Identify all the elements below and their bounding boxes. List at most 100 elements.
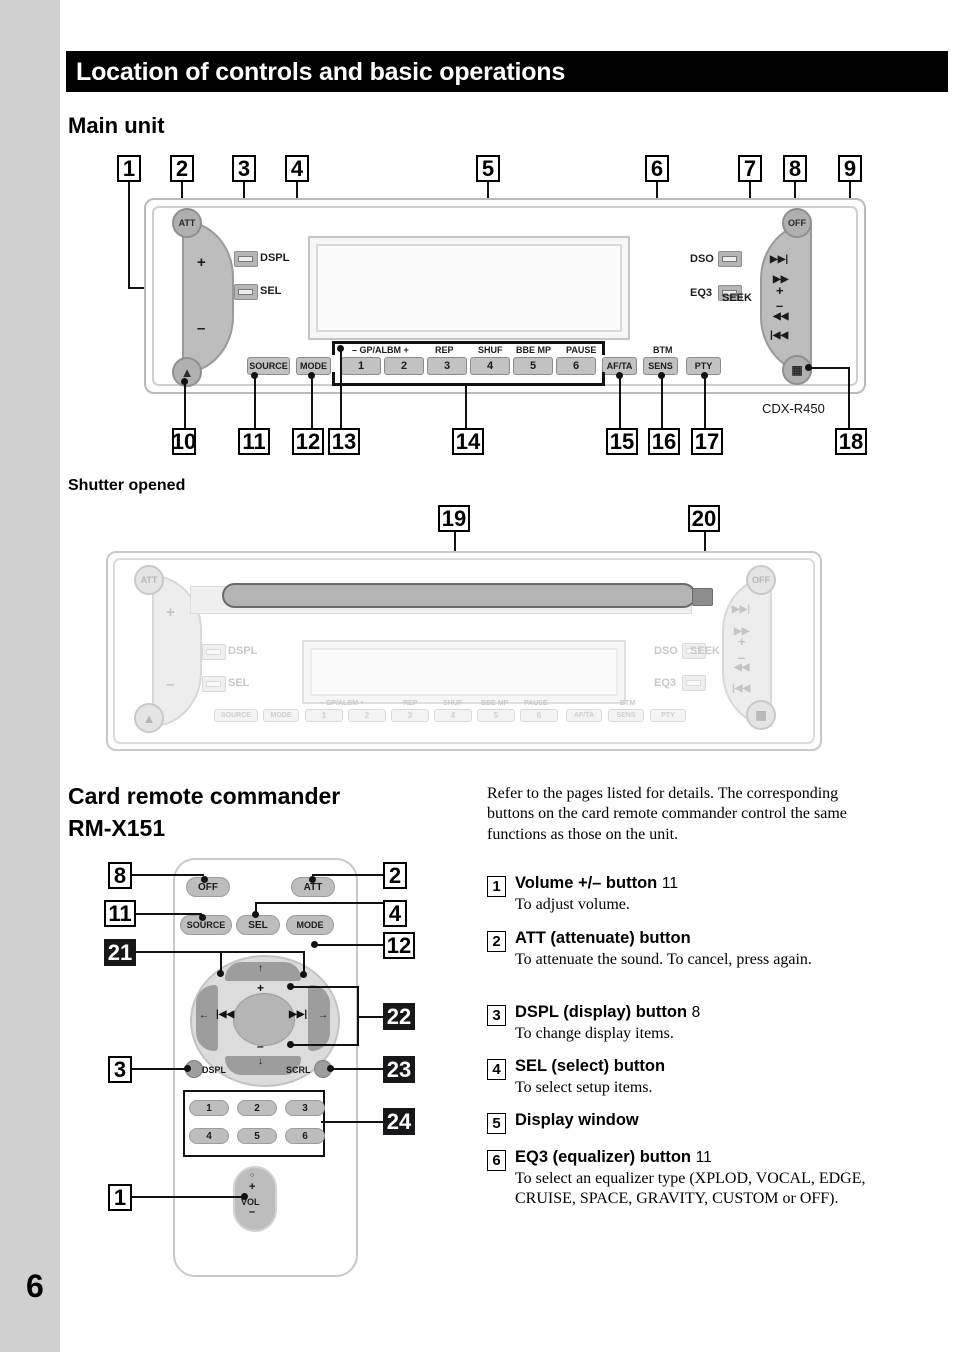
legend-title-text-5: Display window	[515, 1111, 639, 1129]
legend-title-6: EQ3 (equalizer) button 11	[515, 1148, 869, 1167]
shutter-preset-2[interactable]: 2	[348, 709, 386, 722]
shutter-sel-label: SEL	[228, 677, 250, 689]
callout-1: 1	[117, 155, 141, 182]
callout-16: 16	[648, 428, 680, 455]
shutter-preset-6[interactable]: 6	[520, 709, 558, 722]
callout-5: 5	[476, 155, 500, 182]
remote-preset-4[interactable]: 4	[189, 1128, 229, 1144]
legend-title-text-4: SEL (select) button	[515, 1057, 666, 1075]
callout-7: 7	[738, 155, 762, 182]
remote-pad-up-arrow: ↑	[258, 963, 263, 974]
remote-preset-2[interactable]: 2	[237, 1100, 277, 1116]
dso-button[interactable]	[718, 251, 742, 267]
heading-shutter-opened: Shutter opened	[68, 477, 186, 494]
callout-20: 20	[688, 505, 720, 532]
legend-number-4: 4	[487, 1059, 506, 1080]
legend-page-6: 11	[695, 1149, 712, 1166]
callout-15: 15	[606, 428, 638, 455]
remote-vol-plus-symbol: +	[249, 1181, 256, 1193]
page-number: 6	[26, 1268, 44, 1304]
shutter-source-button[interactable]: SOURCE	[214, 709, 258, 722]
remote-volume-up-symbol: +	[257, 981, 265, 995]
off-button[interactable]: OFF	[782, 208, 812, 238]
leader-18b	[848, 367, 850, 430]
shutter-reset-button[interactable]: ▦	[746, 700, 776, 730]
shutter-preset-1[interactable]: 1	[305, 709, 343, 722]
legend-number-5: 5	[487, 1113, 506, 1134]
remote-preset-6[interactable]: 6	[285, 1128, 325, 1144]
leader-18a	[808, 367, 850, 369]
legend-number-1: 1	[487, 876, 506, 897]
legend-title-3: DSPL (display) button 8	[515, 1003, 869, 1022]
remote-dspl-label: DSPL	[202, 1065, 227, 1075]
legend-number-6: 6	[487, 1150, 506, 1171]
legend-desc-4: To select setup items.	[515, 1079, 653, 1096]
preset-group-bracket-bottom	[332, 372, 605, 386]
remote-preset-5[interactable]: 5	[237, 1128, 277, 1144]
remote-pad-right-arrow: →	[318, 1010, 328, 1021]
fast-rewind-symbol: ◀◀	[773, 311, 789, 322]
shutter-pty-button[interactable]: PTY	[650, 709, 686, 722]
prev-track-symbol: |◀◀	[770, 330, 789, 341]
leader-12	[311, 376, 313, 430]
remote-mode-button[interactable]: MODE	[286, 915, 334, 935]
remote-leader-1	[132, 1196, 244, 1198]
shutter-af-ta-button[interactable]: AF/TA	[566, 709, 602, 722]
remote-leader-8	[132, 874, 204, 876]
remote-leader-21a	[136, 951, 222, 953]
shutter-volume-plus: +	[166, 604, 175, 621]
remote-preset-3[interactable]: 3	[285, 1100, 325, 1116]
shutter-preset-3[interactable]: 3	[391, 709, 429, 722]
remote-volume-down-symbol: –	[257, 1039, 264, 1053]
shutter-bbe-label: BBE MP	[481, 700, 509, 707]
shutter-att-button[interactable]: ATT	[134, 565, 164, 595]
manual-page: 6 Location of controls and basic operati…	[0, 0, 954, 1352]
remote-pad-left-arrow: ←	[199, 1010, 209, 1021]
shutter-display-inner	[310, 648, 618, 696]
leader-dot-16	[658, 372, 665, 379]
shutter-off-button[interactable]: OFF	[746, 565, 776, 595]
remote-leader-23	[330, 1068, 383, 1070]
remote-leader-dot-8	[201, 876, 208, 883]
callout-17: 17	[691, 428, 723, 455]
shutter-sel-button[interactable]	[202, 676, 226, 692]
shutter-open-button[interactable]	[692, 588, 713, 606]
remote-off-button[interactable]: OFF	[186, 877, 230, 897]
shutter-sens-button[interactable]: SENS	[608, 709, 644, 722]
legend-title-2: ATT (attenuate) button	[515, 929, 869, 948]
page-gutter	[0, 0, 60, 1352]
callout-12: 12	[292, 428, 324, 455]
remote-sel-button[interactable]: SEL	[236, 915, 280, 935]
legend-desc-1: To adjust volume.	[515, 896, 630, 913]
remote-leader-dot-4	[252, 911, 259, 918]
leader-14	[465, 383, 467, 430]
legend-page-3: 8	[691, 1004, 701, 1021]
remote-scrl-label: SCRL	[286, 1065, 311, 1075]
eq3-label: EQ3	[690, 287, 713, 299]
legend-title-1: Volume +/– button 11	[515, 874, 869, 893]
shutter-preset-5[interactable]: 5	[477, 709, 515, 722]
shutter-seek-label: SEEK	[690, 645, 720, 657]
shutter-display-window	[302, 640, 626, 704]
att-button[interactable]: ATT	[172, 208, 202, 238]
remote-leader-dot-2	[309, 876, 316, 883]
remote-leader-22a	[357, 1016, 383, 1018]
remote-pad-up[interactable]	[225, 962, 301, 981]
sel-button[interactable]	[234, 284, 258, 300]
chapter-header-bar: Location of controls and basic operation…	[66, 51, 948, 92]
shutter-preset-4[interactable]: 4	[434, 709, 472, 722]
callout-6: 6	[645, 155, 669, 182]
shutter-eq3-button[interactable]	[682, 675, 706, 691]
shutter-eq3-label: EQ3	[654, 677, 677, 689]
shutter-prev-track: |◀◀	[732, 683, 751, 694]
remote-source-button[interactable]: SOURCE	[180, 915, 232, 935]
legend-title-text-6: EQ3 (equalizer) button	[515, 1148, 692, 1166]
legend-page-1: 11	[661, 875, 678, 892]
remote-preset-1[interactable]: 1	[189, 1100, 229, 1116]
shutter-mode-button[interactable]: MODE	[263, 709, 299, 722]
shutter-eject-button[interactable]: ▲	[134, 703, 164, 733]
shutter-dspl-button[interactable]	[202, 644, 226, 660]
remote-callout-24: 24	[383, 1108, 415, 1135]
dspl-button[interactable]	[234, 251, 258, 267]
remote-pad-center[interactable]	[233, 993, 295, 1046]
